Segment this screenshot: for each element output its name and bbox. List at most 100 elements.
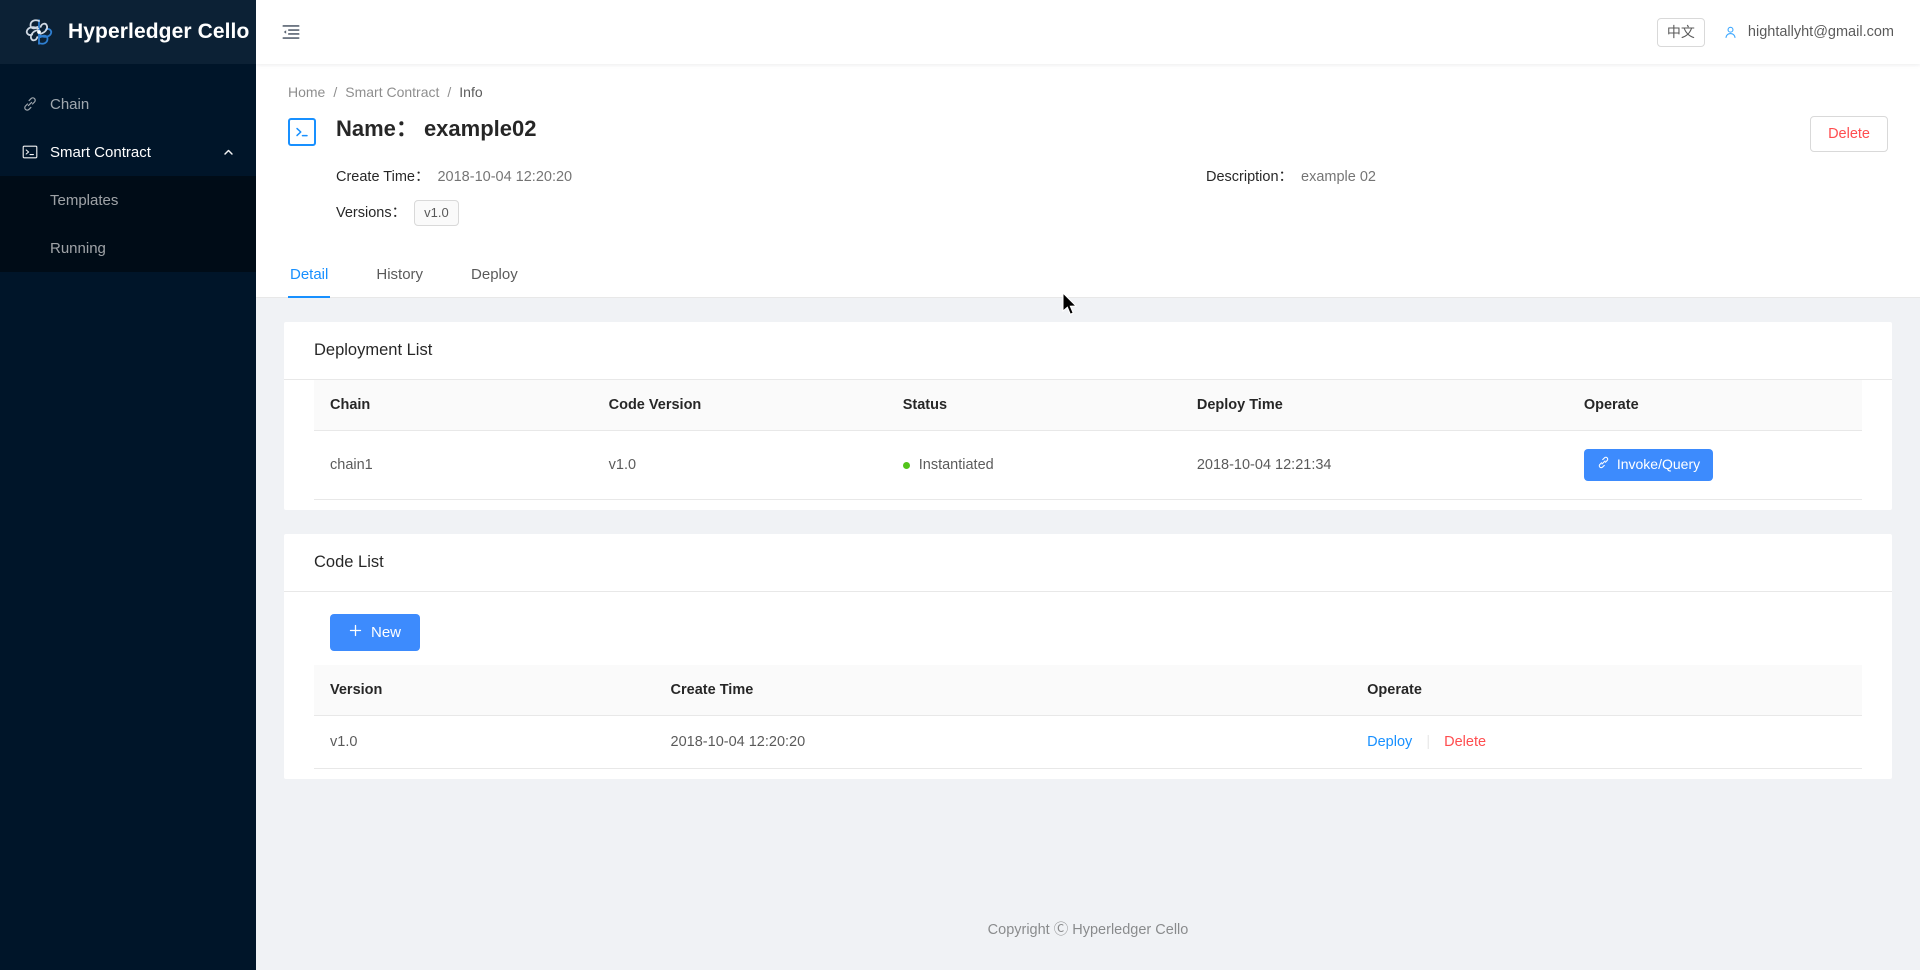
field-create-time-value: 2018-10-04 12:20:20 bbox=[437, 169, 573, 186]
page-header-description: Description： example 02 bbox=[1176, 166, 1876, 238]
terminal-icon bbox=[288, 118, 316, 146]
delete-contract-button[interactable]: Delete bbox=[1810, 116, 1888, 153]
column-code-version: Code Version bbox=[592, 380, 887, 432]
code-list-title: Code List bbox=[314, 552, 384, 571]
status-label: Instantiated bbox=[918, 457, 994, 474]
code-list-card: Code List New Version Create Time Operat… bbox=[284, 533, 1892, 780]
code-table-head: Version Create Time Operate bbox=[314, 665, 1862, 717]
page-title-colon: ： bbox=[395, 116, 418, 141]
user-menu[interactable]: hightallyht@gmail.com bbox=[1723, 24, 1894, 40]
chevron-up-icon[interactable] bbox=[222, 146, 234, 158]
page-title: Name： example02 bbox=[336, 114, 536, 144]
delete-code-link[interactable]: Delete bbox=[1444, 734, 1486, 750]
cell-operate: Deploy | Delete bbox=[1351, 715, 1862, 770]
page-header-fields: Create Time： 2018-10-04 12:20:20 Version… bbox=[336, 166, 1176, 238]
tab-detail[interactable]: Detail bbox=[288, 254, 331, 299]
deployment-table-head: Chain Code Version Status Deploy Time Op… bbox=[314, 380, 1862, 432]
topbar-right: 中文 hightallyht@gmail.com bbox=[1656, 17, 1894, 47]
language-toggle-button[interactable]: 中文 bbox=[1656, 17, 1705, 47]
cell-deploy-time: 2018-10-04 12:21:34 bbox=[1180, 430, 1568, 500]
code-list-header: Code List bbox=[284, 534, 1892, 592]
invoke-query-button[interactable]: Invoke/Query bbox=[1583, 449, 1714, 481]
user-icon bbox=[1723, 24, 1739, 40]
field-description: Description： example 02 bbox=[1206, 166, 1876, 188]
field-description-label: Description： bbox=[1206, 169, 1294, 186]
column-chain: Chain bbox=[314, 380, 593, 432]
deployment-list-body: Chain Code Version Status Deploy Time Op… bbox=[284, 380, 1892, 510]
deployment-list-header: Deployment List bbox=[284, 322, 1892, 381]
sidebar-item-templates[interactable]: Templates bbox=[0, 176, 256, 224]
page-title-group: Name： example02 bbox=[288, 114, 1810, 146]
deployment-list-title: Deployment List bbox=[314, 341, 433, 360]
invoke-query-label: Invoke/Query bbox=[1616, 456, 1701, 473]
table-row: chain1 v1.0 Instantiated 2018-10-04 12:2… bbox=[314, 430, 1862, 500]
field-description-value: example 02 bbox=[1301, 169, 1376, 186]
topbar: 中文 hightallyht@gmail.com bbox=[256, 0, 1920, 64]
status-dot-icon bbox=[902, 461, 910, 469]
column-create-time: Create Time bbox=[654, 665, 1352, 717]
sidebar-item-running-label: Running bbox=[50, 239, 106, 257]
sidebar-item-chain[interactable]: Chain bbox=[0, 80, 256, 128]
breadcrumb-item-smart-contract[interactable]: Smart Contract bbox=[345, 84, 439, 100]
column-deploy-time: Deploy Time bbox=[1180, 380, 1568, 432]
sidebar-item-smart-contract-label: Smart Contract bbox=[50, 143, 151, 161]
breadcrumb-item-info: Info bbox=[459, 84, 483, 100]
page-header: Home / Smart Contract / Info Name： exampl… bbox=[256, 64, 1920, 299]
sidebar-item-templates-label: Templates bbox=[50, 191, 119, 209]
field-versions-label: Versions： bbox=[336, 205, 407, 222]
footer: Copyright Ⓒ Hyperledger Cello bbox=[256, 886, 1920, 970]
content-area: Deployment List Chain Code Version Statu… bbox=[256, 298, 1920, 886]
sidebar-logo[interactable]: Hyperledger Cello bbox=[0, 0, 256, 64]
deploy-code-link[interactable]: Deploy bbox=[1367, 734, 1412, 750]
tab-history[interactable]: History bbox=[374, 254, 425, 298]
deployment-list-card: Deployment List Chain Code Version Statu… bbox=[284, 322, 1892, 510]
breadcrumb: Home / Smart Contract / Info bbox=[288, 84, 1888, 100]
page-title-value: example02 bbox=[423, 116, 537, 141]
user-email-label: hightallyht@gmail.com bbox=[1747, 24, 1894, 40]
page-header-main: Name： example02 Delete bbox=[288, 114, 1888, 153]
new-code-button[interactable]: New bbox=[330, 613, 421, 652]
cell-create-time: 2018-10-04 12:20:20 bbox=[654, 715, 1352, 770]
code-table: Version Create Time Operate v1.0 2018-10… bbox=[314, 665, 1862, 770]
version-tag[interactable]: v1.0 bbox=[414, 200, 459, 227]
field-versions: Versions： v1.0 bbox=[336, 200, 1176, 227]
tab-deploy[interactable]: Deploy bbox=[469, 254, 520, 298]
breadcrumb-separator: / bbox=[333, 84, 338, 100]
deployment-table-body: chain1 v1.0 Instantiated 2018-10-04 12:2… bbox=[314, 430, 1862, 500]
app-root: Hyperledger Cello Chain Smart Contract T… bbox=[0, 0, 1920, 970]
operate-divider: | bbox=[1426, 734, 1431, 751]
sidebar-item-running[interactable]: Running bbox=[0, 224, 256, 272]
plus-icon bbox=[349, 623, 362, 643]
cello-pinwheel-logo-icon bbox=[22, 15, 56, 49]
field-create-time-label: Create Time： bbox=[336, 169, 430, 186]
column-operate: Operate bbox=[1567, 380, 1862, 432]
code-table-body: v1.0 2018-10-04 12:20:20 Deploy | Delete bbox=[314, 715, 1862, 770]
table-row: v1.0 2018-10-04 12:20:20 Deploy | Delete bbox=[314, 715, 1862, 770]
column-status: Status bbox=[886, 380, 1181, 432]
sidebar-item-chain-label: Chain bbox=[50, 95, 90, 113]
menu-fold-icon[interactable] bbox=[278, 19, 304, 45]
column-version: Version bbox=[314, 665, 655, 717]
sidebar-submenu-smart-contract: Templates Running bbox=[0, 176, 256, 272]
deployment-table: Chain Code Version Status Deploy Time Op… bbox=[314, 380, 1862, 500]
cell-operate: Invoke/Query bbox=[1567, 430, 1862, 500]
table-header-row: Version Create Time Operate bbox=[314, 665, 1862, 717]
terminal-icon bbox=[22, 144, 38, 160]
field-create-time: Create Time： 2018-10-04 12:20:20 bbox=[336, 166, 1176, 188]
footer-copyright: Copyright Ⓒ Hyperledger Cello bbox=[987, 921, 1189, 938]
main-region: 中文 hightallyht@gmail.com Home / Smart Co… bbox=[256, 0, 1920, 970]
sidebar-menu: Chain Smart Contract Templates Running bbox=[0, 80, 256, 272]
status-badge: Instantiated bbox=[902, 457, 1181, 474]
page-title-label: Name bbox=[336, 116, 396, 141]
chain-link-icon bbox=[22, 96, 38, 112]
code-list-body: New Version Create Time Operate v1.0 201… bbox=[284, 592, 1892, 780]
cell-code-version: v1.0 bbox=[592, 430, 887, 500]
sidebar-item-smart-contract[interactable]: Smart Contract bbox=[0, 128, 256, 176]
page-header-content: Create Time： 2018-10-04 12:20:20 Version… bbox=[288, 166, 1888, 238]
breadcrumb-item-home[interactable]: Home bbox=[288, 84, 325, 100]
new-code-button-label: New bbox=[371, 623, 402, 641]
column-operate: Operate bbox=[1351, 665, 1862, 717]
cell-version: v1.0 bbox=[314, 715, 655, 770]
breadcrumb-separator: / bbox=[447, 84, 452, 100]
sidebar: Hyperledger Cello Chain Smart Contract T… bbox=[0, 0, 256, 970]
